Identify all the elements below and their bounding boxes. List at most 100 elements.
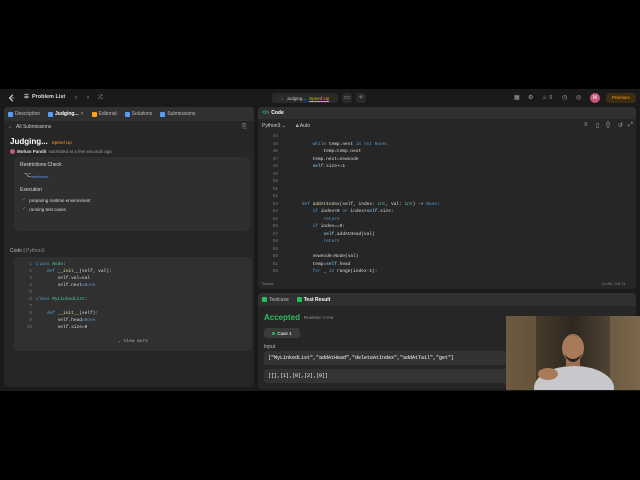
- description-icon: [8, 111, 13, 117]
- line-number: 2: [29, 269, 32, 274]
- problem-list-button[interactable]: ☰ Problem List: [24, 94, 65, 100]
- line-number: 49: [272, 171, 278, 177]
- code-label: Code: [10, 248, 22, 254]
- bell-icon[interactable]: ◎: [576, 94, 581, 102]
- fire-icon[interactable]: ♨ 0: [542, 94, 552, 102]
- tab-submissions-label: Submissions: [167, 111, 196, 117]
- tab-editorial[interactable]: Editorial: [91, 107, 117, 121]
- code-line: temp=self.head: [291, 261, 351, 267]
- format-icon[interactable]: ≡: [584, 122, 588, 128]
- submission-author: Mohan Pandit submitted at a few seconds …: [10, 149, 112, 154]
- left-panel: Description Judging... × Editorial Soluti…: [4, 107, 254, 387]
- line-number: 52: [272, 194, 278, 199]
- code-icon: ⌥: [24, 173, 31, 179]
- code-line: self.size=0: [36, 325, 88, 330]
- speed-up-link[interactable]: Speed Up: [309, 96, 329, 101]
- tab-test-result[interactable]: Test Result: [296, 296, 331, 303]
- code-line: return: [323, 216, 340, 222]
- judging-indicator: ◌ Judging... Speed Up: [272, 93, 338, 103]
- check-icon: ✓: [22, 206, 27, 212]
- tab-submissions[interactable]: Submissions: [160, 107, 196, 121]
- tab-test-result-label: Test Result: [303, 296, 331, 303]
- tab-testcase[interactable]: Testcase: [262, 297, 289, 303]
- code-line: def __init__(self, val):: [46, 269, 112, 274]
- fire-count: 0: [549, 95, 553, 101]
- auto-toggle[interactable]: 🔒︎ Auto: [296, 123, 310, 129]
- execution-title: Execution: [20, 187, 42, 193]
- notes-icon[interactable]: ▭: [342, 93, 352, 103]
- all-submissions-label: All Submissions: [16, 124, 52, 130]
- code-line: newnode=Node(val): [291, 254, 359, 259]
- shuffle-icon[interactable]: ⤮: [96, 94, 104, 102]
- webcam-person-image: [506, 316, 640, 390]
- cursor-position: Ln 86, Col 21: [602, 281, 626, 286]
- code-line: self.next=None: [36, 283, 96, 288]
- line-number: 54: [272, 209, 278, 214]
- tab-judging[interactable]: Judging... ×: [48, 107, 84, 121]
- accepted-status: Accepted: [264, 313, 301, 322]
- code-line: self.val=val: [36, 276, 91, 281]
- editor-title: Code: [271, 110, 284, 116]
- speed-up-link[interactable]: Speed Up: [52, 140, 72, 145]
- line-number: 53: [272, 201, 278, 207]
- line-number: 50: [272, 179, 278, 184]
- code-line: self.head=None: [36, 318, 96, 323]
- tab-description[interactable]: Description: [8, 107, 40, 121]
- all-submissions-link[interactable]: ← All Submissions: [8, 124, 51, 130]
- editorial-icon: [91, 111, 97, 117]
- settings-icon[interactable]: ⚙: [528, 94, 533, 102]
- prev-problem-icon[interactable]: ‹: [72, 94, 80, 102]
- tab-description-label: Description: [15, 111, 41, 117]
- author-name[interactable]: Mohan Pandit: [17, 149, 47, 154]
- line-number: 60: [272, 254, 278, 259]
- author-avatar: [10, 149, 15, 154]
- test-result-icon: [296, 296, 302, 302]
- line-number: 62: [272, 269, 278, 274]
- code-line: if index==0:: [312, 224, 346, 229]
- line-number: 56: [272, 224, 278, 229]
- webform-label: webforms: [31, 174, 49, 179]
- language-selector[interactable]: Python3 ⌄: [262, 123, 286, 129]
- share-icon[interactable]: ⎘: [242, 124, 247, 131]
- code-line: temp.next=newnode: [291, 156, 359, 162]
- timer-icon[interactable]: ◷: [562, 94, 567, 102]
- test-tabs: Testcase Test Result: [258, 293, 636, 306]
- bookmark-icon[interactable]: ▯: [596, 122, 599, 129]
- view-more-label: View more: [123, 339, 148, 344]
- line-number: 3: [29, 276, 32, 281]
- line-number: 51: [272, 186, 278, 192]
- avatar[interactable]: M: [590, 93, 600, 103]
- code-line: def __init__(self):: [46, 311, 99, 316]
- ai-icon[interactable]: ✧: [356, 93, 366, 103]
- code-section-label: Code | Python3: [10, 248, 45, 254]
- tab-editorial-label: Editorial: [98, 111, 117, 117]
- next-problem-icon[interactable]: ›: [84, 94, 92, 102]
- tab-judging-label: Judging...: [55, 111, 79, 117]
- expand-icon[interactable]: ⤢: [628, 122, 633, 129]
- tab-solutions[interactable]: Solutions: [124, 107, 152, 121]
- leetcode-logo-icon[interactable]: [8, 94, 16, 102]
- list-icon: ☰: [24, 94, 29, 100]
- submission-time: submitted at a few seconds ago: [48, 149, 112, 154]
- view-more-button[interactable]: ⌄ View more: [14, 339, 252, 344]
- line-number: 59: [272, 246, 278, 252]
- judging-progress-card: Restrictions Check ⌥ webforms Execution …: [14, 157, 250, 231]
- saved-status: Saved: [262, 281, 274, 286]
- submission-status: Judging... Speed Up: [10, 137, 72, 146]
- premium-button[interactable]: Premium: [606, 93, 636, 103]
- layout-icon[interactable]: ▦: [514, 94, 520, 102]
- close-tab-icon[interactable]: ×: [81, 111, 84, 117]
- case-1-tab[interactable]: Case 1: [264, 328, 300, 338]
- top-nav: ☰ Problem List ‹ › ⤮ ◌ Judging... Speed …: [0, 89, 640, 107]
- braces-icon[interactable]: {}: [606, 122, 610, 128]
- code-line: while temp.next is not None:: [312, 141, 389, 147]
- editor-header: </> Code: [258, 107, 636, 119]
- reset-icon[interactable]: ↺: [618, 122, 623, 129]
- submission-icon: [48, 111, 54, 117]
- code-editor-panel: </> Code Python3 ⌄ 🔒︎ Auto ≡ ▯ {} ↺ ⤢ 44…: [258, 107, 636, 289]
- input-label: Input: [264, 344, 276, 350]
- step-label: running test cases: [29, 206, 66, 212]
- step-item: ✓ preparing runtime environment: [22, 197, 91, 203]
- code-line: for _ in range(index-1):: [312, 269, 378, 274]
- line-number: 47: [272, 156, 278, 162]
